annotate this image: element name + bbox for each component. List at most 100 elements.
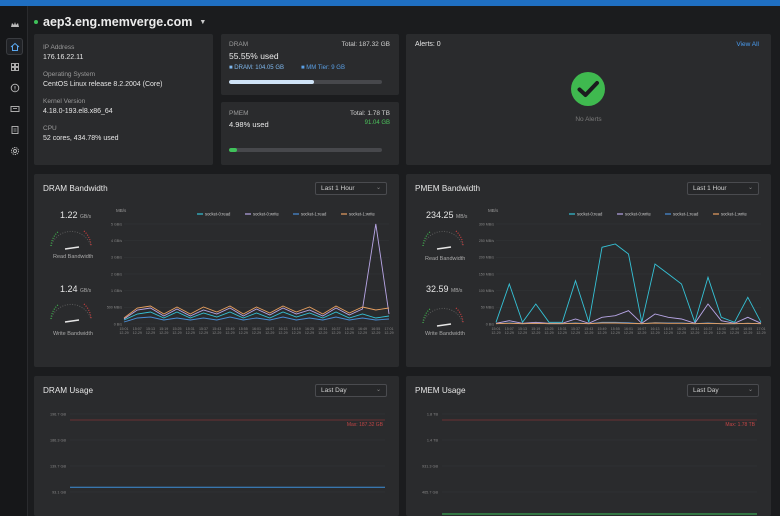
pmem-bandwidth-x-tick: 16:19 12-29 <box>664 327 673 335</box>
dram-bandwidth-y-tick: 3 GB/s <box>111 256 122 260</box>
pmem-summary-panel: PMEM Total: 1.78 TB 4.98% used 91.04 GB <box>221 102 399 165</box>
pmem-bandwidth-x-tick: 16:55 12-29 <box>743 327 752 335</box>
dram-usage-y-tick: 196.7 GB <box>50 412 67 416</box>
dram-bandwidth-x-tick: 16:49 12-29 <box>358 327 367 335</box>
memory-icon[interactable] <box>6 100 23 117</box>
ip-label: IP Address <box>43 44 75 51</box>
dram-bandwidth-y-tick: 1 GB/s <box>111 289 122 293</box>
dram-bandwidth-unit-label: MB/s <box>116 208 127 213</box>
dram-bandwidth-y-tick: 5 GB/s <box>111 222 122 226</box>
pmem-usage-bar-fill <box>229 148 237 152</box>
pmem-total: Total: 1.78 TB <box>350 110 390 117</box>
dram-usage-bar-fill <box>229 80 314 84</box>
kernel-label: Kernel Version <box>43 98 86 105</box>
pmem-bandwidth-y-tick: 300 MB/s <box>479 222 494 226</box>
pmem-bandwidth-x-tick: 15:55 12-29 <box>611 327 620 335</box>
dram-bandwidth-x-tick: 16:19 12-29 <box>292 327 301 335</box>
pmem-bandwidth-series-socket-1-write <box>495 322 762 325</box>
dram-bandwidth-legend-item: socket-1:read <box>301 211 327 216</box>
pmem-usage-y-tick: 931.3 GB <box>422 464 439 468</box>
home-icon[interactable] <box>6 38 23 55</box>
pmem-usage-bar <box>229 148 382 152</box>
dram-bandwidth-x-tick: 16:01 12-29 <box>252 327 261 335</box>
pmem-bandwidth-x-tick: 16:01 12-29 <box>624 327 633 335</box>
pmem-bandwidth-x-tick: 15:25 12-29 <box>544 327 553 335</box>
gear-icon[interactable] <box>6 142 23 159</box>
dram-bandwidth-panel: DRAM Bandwidth Last 1 Hour ⌄ 1.22 GB/s Re… <box>34 174 399 367</box>
dram-bandwidth-x-tick: 15:43 12-29 <box>212 327 221 335</box>
dram-bandwidth-x-tick: 17:01 12-29 <box>384 327 393 335</box>
dram-usage-max-label: Max: 187.32 GB <box>347 422 384 428</box>
dram-summary-panel: DRAM Total: 187.32 GB 55.55% used ■ DRAM… <box>221 34 399 95</box>
view-all-link[interactable]: View All <box>736 41 759 48</box>
dram-bandwidth-x-tick: 16:25 12-29 <box>305 327 314 335</box>
dram-bandwidth-y-tick: 500 MB/s <box>107 306 122 310</box>
logo-icon[interactable] <box>6 16 23 33</box>
pmem-bandwidth-x-tick: 16:13 12-29 <box>650 327 659 335</box>
dram-used: 55.55% used <box>229 51 279 61</box>
pmem-bandwidth-y-tick: 100 MB/s <box>479 289 494 293</box>
report-icon[interactable] <box>6 121 23 138</box>
pmem-usage-panel: PMEM Usage Last Day ⌄ 1.8 TB 1.4 TB 931.3 G… <box>406 376 771 516</box>
pmem-usage-y-tick: 1.8 TB <box>427 412 439 416</box>
dram-usage-y-tick: 186.3 GB <box>50 438 67 442</box>
dram-bandwidth-plot: MB/s 5 GB/s 4 GB/s 3 GB/s 2 GB/s 1 GB/s 500 MB… <box>107 208 394 335</box>
alerts-title: Alerts: 0 <box>415 41 441 48</box>
info-icon[interactable] <box>6 79 23 96</box>
dram-label: DRAM <box>229 41 249 48</box>
pmem-bandwidth-unit-label: MB/s <box>488 208 499 213</box>
pmem-bandwidth-x-tick: 15:49 12-29 <box>597 327 606 335</box>
pmem-bandwidth-x-tick: 15:01 12-29 <box>491 327 500 335</box>
dram-bandwidth-x-tick: 15:01 12-29 <box>119 327 128 335</box>
dram-bandwidth-legend-item: socket-0:write <box>253 211 280 216</box>
pmem-bandwidth-y-tick: 150 MB/s <box>479 272 494 276</box>
grid-icon[interactable] <box>6 58 23 75</box>
pmem-bandwidth-legend-item: socket-0:read <box>577 211 603 216</box>
dram-bandwidth-x-tick: 16:55 12-29 <box>371 327 380 335</box>
dram-bandwidth-x-tick: 16:31 12-29 <box>318 327 327 335</box>
dram-usage-plot: 196.7 GB186.3 GB139.7 GB93.1 GB46.6 GBMa… <box>50 412 385 494</box>
sidebar <box>0 6 28 516</box>
dram-usage-panel: DRAM Usage Last Day ⌄ 196.7 GB 186.3 GB 139… <box>34 376 399 516</box>
pmem-free: 91.04 GB <box>364 120 390 126</box>
dram-legend-dram: ■ DRAM: 104.05 GB <box>229 65 284 71</box>
dram-bandwidth-x-tick: 15:25 12-29 <box>172 327 181 335</box>
pmem-bandwidth-x-tick: 16:43 12-29 <box>717 327 726 335</box>
pmem-usage-y-tick: 1.4 TB <box>427 438 439 442</box>
chevron-down-icon[interactable]: ▼ <box>199 19 206 26</box>
pmem-bandwidth-x-tick: 16:31 12-29 <box>690 327 699 335</box>
pmem-bandwidth-x-tick: 15:43 12-29 <box>584 327 593 335</box>
dram-bandwidth-x-tick: 16:13 12-29 <box>278 327 287 335</box>
dram-bandwidth-legend-item: socket-1:write <box>349 211 376 216</box>
cpu-label: CPU <box>43 125 57 132</box>
pmem-bandwidth-y-tick: 200 MB/s <box>479 256 494 260</box>
pmem-bandwidth-plot: MB/s 300 MB/s 250 MB/s 200 MB/s 150 MB/s 100 … <box>479 208 766 335</box>
pmem-bandwidth-legend-item: socket-1:write <box>721 211 748 216</box>
dram-usage-y-tick: 93.1 GB <box>52 490 66 494</box>
dram-legend-tier: ■ MM Tier: 9 GB <box>301 65 345 71</box>
pmem-bandwidth-y-tick: 0 B/s <box>486 322 494 326</box>
pmem-bandwidth-x-tick: 17:01 12-29 <box>756 327 765 335</box>
cpu-value: 52 cores, 434.78% used <box>43 135 119 142</box>
no-alerts-text: No Alerts <box>575 116 602 123</box>
ip-value: 176.16.22.11 <box>43 54 84 61</box>
pmem-bandwidth-legend-item: socket-1:read <box>673 211 699 216</box>
host-header[interactable]: aep3.eng.memverge.com ▼ <box>34 14 206 30</box>
dram-bandwidth-x-tick: 15:07 12-29 <box>133 327 142 335</box>
kernel-value: 4.18.0-193.el8.x86_64 <box>43 108 113 115</box>
pmem-bandwidth-y-tick: 50 MB/s <box>481 306 494 310</box>
pmem-bandwidth-x-tick: 15:13 12-29 <box>518 327 527 335</box>
pmem-usage-y-tick: 465.7 GB <box>422 490 439 494</box>
pmem-bandwidth-legend-item: socket-0:write <box>625 211 652 216</box>
pmem-bandwidth-panel: PMEM Bandwidth Last 1 Hour ⌄ 234.25 MB/s … <box>406 174 771 367</box>
dram-legend-dram-text: DRAM: 104.05 GB <box>234 65 284 71</box>
dram-bandwidth-x-tick: 15:13 12-29 <box>146 327 155 335</box>
pmem-usage-plot: 1.8 TB 1.4 TB 931.3 GB 465.7 GB Max: 1.78 TB <box>422 412 757 515</box>
dram-bandwidth-x-tick: 15:37 12-29 <box>199 327 208 335</box>
dram-bandwidth-y-tick: 2 GB/s <box>111 272 122 276</box>
dram-bandwidth-series-socket-0-write <box>123 223 390 320</box>
hostname: aep3.eng.memverge.com <box>43 15 193 29</box>
top-accent-strip <box>0 0 780 6</box>
dram-usage-y-tick: 139.7 GB <box>50 464 67 468</box>
pmem-label: PMEM <box>229 110 249 117</box>
